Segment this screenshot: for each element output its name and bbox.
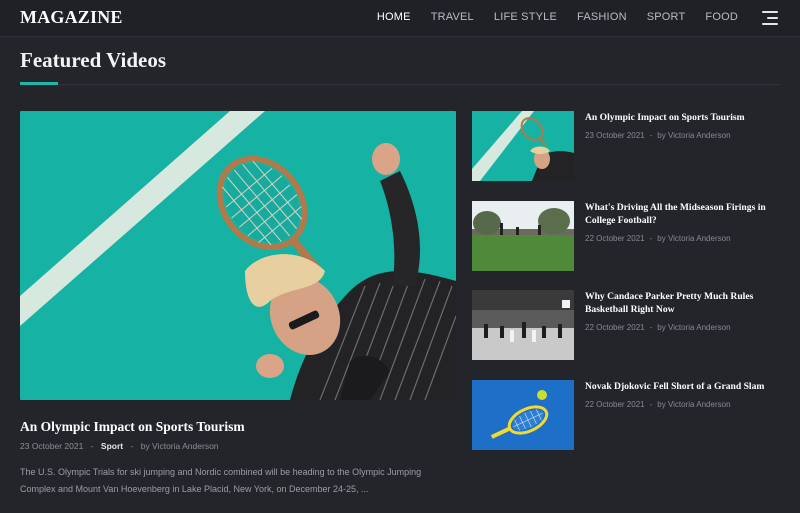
side-post-title[interactable]: Why Candace Parker Pretty Much Rules Bas…: [585, 290, 785, 316]
section-title-underline: [20, 82, 58, 85]
tennis-player-image: [20, 111, 456, 400]
site-logo[interactable]: MAGAZINE: [20, 7, 123, 28]
side-post-thumbnail[interactable]: [472, 201, 574, 271]
side-post-text: Why Candace Parker Pretty Much Rules Bas…: [585, 290, 785, 332]
tennis-racket-ball-image: [472, 380, 574, 450]
side-post-meta: 22 October 2021- by Victoria Anderson: [585, 234, 785, 243]
top-navigation-bar: MAGAZINE HOME TRAVEL LIFE STYLE FASHION …: [0, 0, 800, 37]
featured-article-meta: 23 October 2021 - Sport - by Victoria An…: [20, 441, 219, 451]
nav-item-fashion[interactable]: FASHION: [567, 11, 637, 23]
side-post-thumbnail[interactable]: [472, 290, 574, 360]
side-post-meta: 22 October 2021- by Victoria Anderson: [585, 400, 785, 409]
nav-item-food[interactable]: FOOD: [695, 11, 748, 23]
tennis-thumbnail-image: [472, 111, 574, 181]
excerpt-line: The U.S. Olympic Trials for ski jumping …: [20, 467, 422, 477]
side-post-meta: 22 October 2021- by Victoria Anderson: [585, 323, 785, 332]
hamburger-icon[interactable]: [762, 11, 778, 25]
featured-article-title[interactable]: An Olympic Impact on Sports Tourism: [20, 419, 245, 435]
side-post-author[interactable]: by Victoria Anderson: [657, 234, 730, 243]
main-nav: HOME TRAVEL LIFE STYLE FASHION SPORT FOO…: [367, 11, 748, 23]
side-post-date: 22 October 2021: [585, 234, 645, 243]
meta-separator: -: [649, 400, 653, 409]
side-post-date: 22 October 2021: [585, 400, 645, 409]
side-post-author[interactable]: by Victoria Anderson: [657, 400, 730, 409]
meta-separator: -: [649, 323, 653, 332]
side-post-date: 22 October 2021: [585, 323, 645, 332]
side-post-author[interactable]: by Victoria Anderson: [657, 131, 730, 140]
side-post-text: An Olympic Impact on Sports Tourism 23 O…: [585, 111, 785, 140]
meta-separator: -: [130, 441, 134, 451]
meta-separator: -: [90, 441, 94, 451]
featured-category-link[interactable]: Sport: [101, 441, 123, 451]
section-title: Featured Videos: [20, 48, 167, 72]
side-post-title[interactable]: An Olympic Impact on Sports Tourism: [585, 111, 785, 124]
football-field-image: [472, 201, 574, 271]
meta-separator: -: [649, 131, 653, 140]
featured-author[interactable]: by Victoria Anderson: [141, 441, 219, 451]
side-post-title[interactable]: What's Driving All the Midseason Firings…: [585, 201, 785, 227]
nav-item-life-style[interactable]: LIFE STYLE: [484, 11, 567, 23]
section-divider: [20, 84, 780, 85]
featured-video-thumbnail[interactable]: [20, 111, 456, 400]
basketball-court-image: [472, 290, 574, 360]
nav-item-travel[interactable]: TRAVEL: [421, 11, 484, 23]
nav-item-home[interactable]: HOME: [367, 11, 421, 23]
side-post-thumbnail[interactable]: [472, 111, 574, 181]
side-post-text: Novak Djokovic Fell Short of a Grand Sla…: [585, 380, 785, 409]
meta-separator: -: [649, 234, 653, 243]
side-post-date: 23 October 2021: [585, 131, 645, 140]
side-post-title[interactable]: Novak Djokovic Fell Short of a Grand Sla…: [585, 380, 785, 393]
side-post-text: What's Driving All the Midseason Firings…: [585, 201, 785, 243]
nav-item-sport[interactable]: SPORT: [637, 11, 696, 23]
excerpt-line: Complex and Mount Van Hoevenberg in Lake…: [20, 484, 369, 494]
side-post-meta: 23 October 2021- by Victoria Anderson: [585, 131, 785, 140]
featured-date: 23 October 2021: [20, 441, 84, 451]
side-post-thumbnail[interactable]: [472, 380, 574, 450]
side-post-author[interactable]: by Victoria Anderson: [657, 323, 730, 332]
featured-excerpt: The U.S. Olympic Trials for ski jumping …: [20, 464, 460, 498]
